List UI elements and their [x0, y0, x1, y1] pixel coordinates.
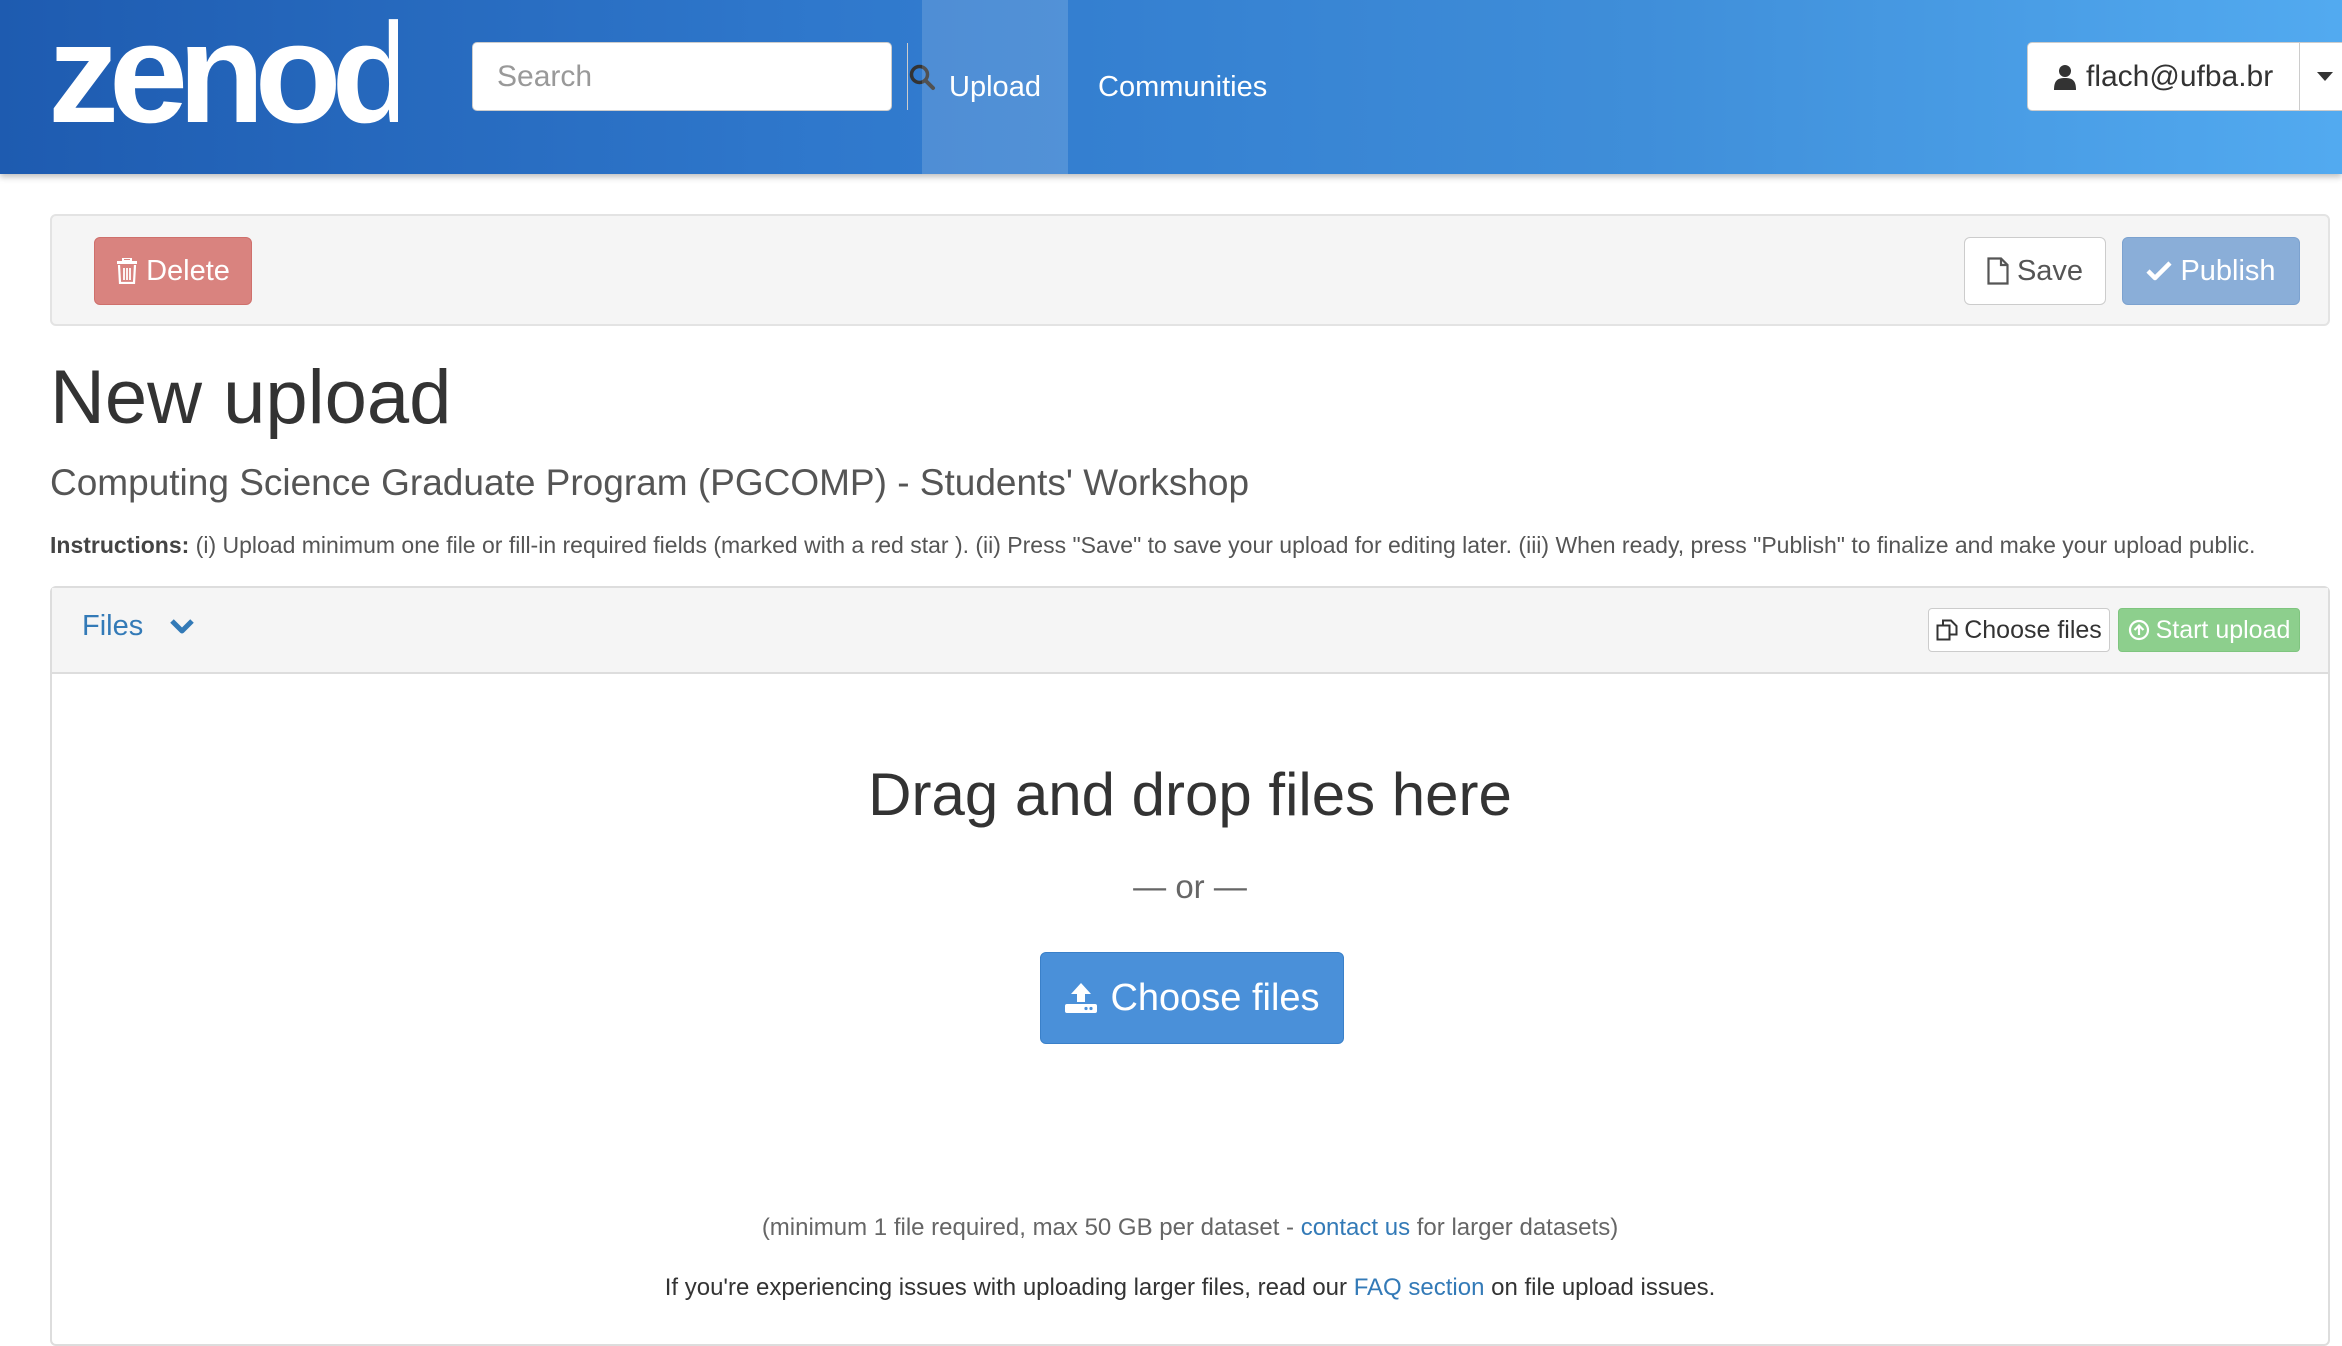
choose-files-small-label: Choose files	[1964, 615, 2102, 644]
drop-zone-title: Drag and drop files here	[868, 761, 1512, 828]
save-label: Save	[2016, 254, 2084, 287]
user-button[interactable]: flach@ufba.br	[2028, 43, 2301, 110]
faq-section-link[interactable]: FAQ section	[1354, 1274, 1485, 1301]
upload-circle-icon	[2128, 619, 2149, 641]
zenodo-logo[interactable]: zenodo	[48, 10, 398, 140]
upload-icon	[1065, 983, 1098, 1013]
chevron-down-icon	[170, 618, 195, 633]
user-email: flach@ufba.br	[2086, 59, 2274, 93]
publish-label: Publish	[2180, 254, 2276, 287]
instructions-text: (i) Upload minimum one file or fill-in r…	[189, 532, 2256, 558]
faq-text-after: on file upload issues.	[1484, 1274, 1716, 1301]
delete-label: Delete	[146, 254, 230, 287]
files-panel: Files Choose files Start upload Drag and…	[50, 586, 2330, 1346]
choose-files-label: Choose files	[1110, 976, 1320, 1019]
delete-button[interactable]: Delete	[94, 237, 252, 305]
user-dropdown-toggle[interactable]	[2300, 43, 2342, 110]
files-toggle[interactable]: Files	[82, 610, 195, 643]
files-title: Files	[82, 610, 144, 642]
user-icon	[2054, 64, 2076, 90]
faq-text-before: If you're experiencing issues with uploa…	[664, 1274, 1354, 1301]
community-title: Computing Science Graduate Program (PGCO…	[50, 462, 1250, 503]
file-icon	[1987, 257, 2009, 285]
instructions-label: Instructions:	[50, 532, 190, 558]
contact-us-link[interactable]: contact us	[1301, 1214, 1410, 1241]
save-button[interactable]: Save	[1964, 237, 2106, 305]
page-title: New upload	[50, 355, 452, 440]
upload-limit-text-after: for larger datasets)	[1410, 1214, 1619, 1241]
trash-icon	[117, 258, 138, 284]
nav-communities[interactable]: Communities	[1068, 0, 1297, 174]
check-icon	[2146, 261, 2173, 281]
user-menu: flach@ufba.br	[2027, 42, 2342, 111]
caret-down-icon	[2317, 71, 2334, 81]
search-box	[472, 42, 935, 111]
faq-note: If you're experiencing issues with uploa…	[52, 1274, 2328, 1302]
choose-files-button[interactable]: Choose files	[1040, 952, 1344, 1044]
action-bar: Delete Save Publish	[50, 214, 2330, 326]
instructions: Instructions: (i) Upload minimum one fil…	[50, 532, 2255, 559]
start-upload-label: Start upload	[2155, 615, 2291, 644]
search-input[interactable]	[473, 43, 907, 110]
copy-icon	[1936, 619, 1958, 641]
upload-limit-text-before: (minimum 1 file required, max 50 GB per …	[761, 1214, 1301, 1241]
start-upload-button[interactable]: Start upload	[2118, 608, 2300, 652]
choose-files-button-small[interactable]: Choose files	[1928, 608, 2110, 652]
drop-zone-or: — or —	[1133, 868, 1247, 905]
nav-upload[interactable]: Upload	[922, 0, 1068, 174]
publish-button[interactable]: Publish	[2122, 237, 2300, 305]
files-panel-heading: Files Choose files Start upload	[52, 588, 2328, 674]
svg-text:zenodo: zenodo	[48, 10, 398, 140]
upload-limit-note: (minimum 1 file required, max 50 GB per …	[52, 1214, 2328, 1242]
navbar: zenodo Upload Communities flach@ufba.br	[0, 0, 2342, 174]
